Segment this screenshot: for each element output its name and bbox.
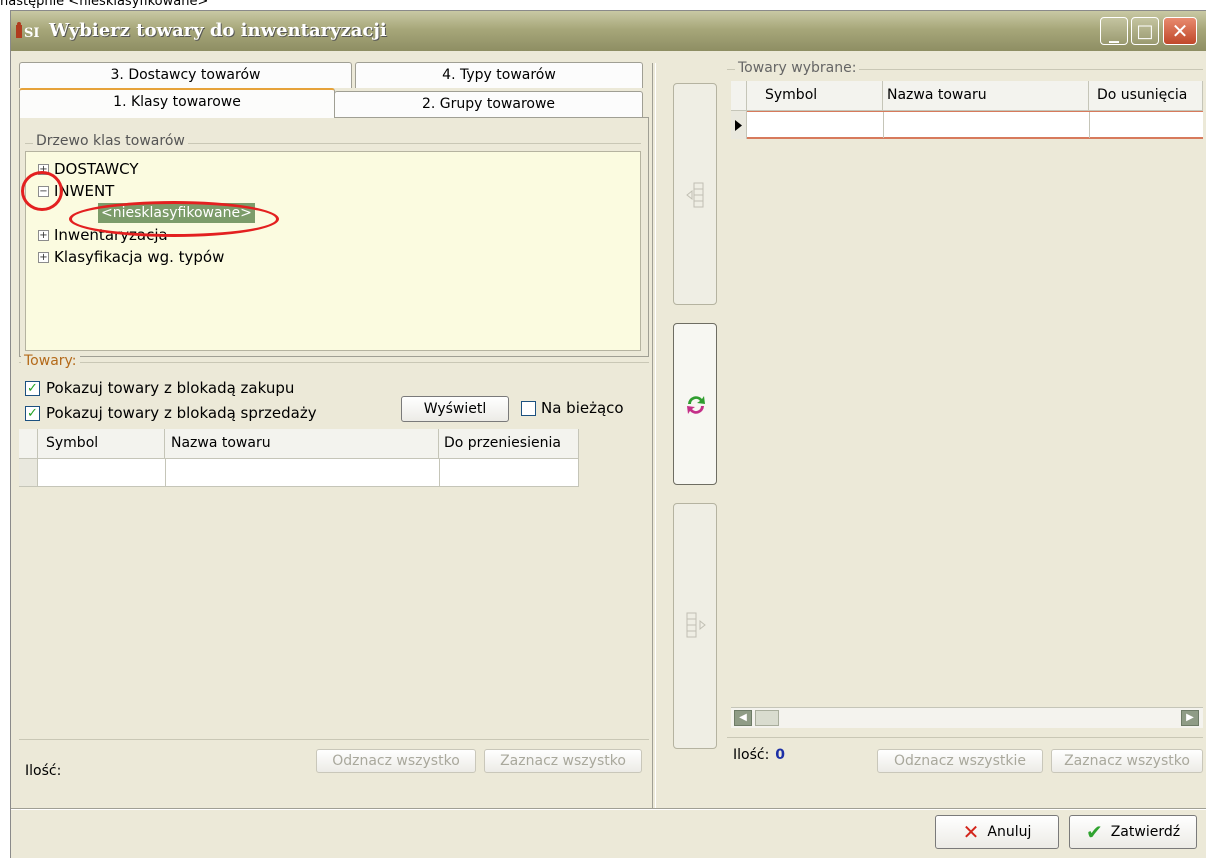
svg-text:SI: SI <box>24 26 39 40</box>
towary-group-frame <box>19 362 649 363</box>
table-row[interactable] <box>747 111 1203 139</box>
app-icon: SI <box>16 22 44 41</box>
checkbox-checked-icon[interactable]: ✓ <box>25 380 40 396</box>
grid-corner <box>731 81 747 111</box>
column-header-symbol[interactable]: Symbol <box>38 429 165 459</box>
tree-node-dostawcy[interactable]: + DOSTAWCY <box>38 158 255 180</box>
ilosc-label-right: Ilość: <box>733 747 770 763</box>
check-label: Pokazuj towary z blokadą sprzedaży <box>46 404 317 422</box>
checkbox-unchecked-icon[interactable] <box>521 400 536 416</box>
expand-icon[interactable]: + <box>38 229 49 241</box>
horizontal-scrollbar[interactable]: ◀ ▶ <box>731 707 1203 728</box>
check-na-biezaco[interactable]: Na bieżąco <box>521 399 624 417</box>
row-pointer-icon <box>735 120 742 131</box>
wyswietl-button[interactable]: Wyświetl <box>401 396 509 422</box>
table-row[interactable] <box>38 459 579 487</box>
odznacz-wszystkie-button[interactable]: Odznacz wszystkie <box>877 749 1043 773</box>
confirm-label: Zatwierdź <box>1110 824 1181 840</box>
move-right-button[interactable] <box>673 503 717 749</box>
splitter[interactable] <box>652 63 656 808</box>
refresh-icon <box>687 396 705 414</box>
close-icon: ✕ <box>1171 19 1189 43</box>
minimize-icon: _ <box>1109 19 1119 43</box>
confirm-check-icon: ✔ <box>1085 820 1103 844</box>
zaznacz-wszystko-right-button[interactable]: Zaznacz wszystko <box>1051 749 1203 773</box>
window-title: Wybierz towary do inwentaryzacji <box>49 20 387 41</box>
cell-divider <box>1089 112 1090 138</box>
expand-icon[interactable]: + <box>38 251 49 263</box>
tree-node-inwent[interactable]: − INWENT <box>38 180 255 202</box>
right-footer-divider <box>727 737 1203 738</box>
ilosc-label-left: Ilość: <box>25 763 62 779</box>
selected-grid[interactable]: Symbol Nazwa towaru Do usunięcia ◀ ▶ <box>731 81 1203 733</box>
scroll-right-icon[interactable]: ▶ <box>1181 710 1199 726</box>
tab-typy[interactable]: 4. Typy towarów <box>355 62 643 88</box>
move-left-button[interactable] <box>673 83 717 305</box>
refresh-button[interactable] <box>673 323 717 485</box>
tree-node-label: INWENT <box>54 182 115 200</box>
maximize-button[interactable]: □ <box>1131 17 1159 45</box>
row-indicator <box>19 459 38 487</box>
maximize-icon: □ <box>1136 20 1154 42</box>
cell-divider <box>439 459 440 487</box>
check-blokada-sprzedazy[interactable]: ✓ Pokazuj towary z blokadą sprzedaży <box>25 404 317 422</box>
cell-divider <box>883 112 884 138</box>
ilosc-right: Ilość: 0 <box>733 747 785 763</box>
odznacz-wszystko-button[interactable]: Odznacz wszystko <box>316 749 476 773</box>
left-footer-divider <box>19 739 649 740</box>
scroll-left-icon[interactable]: ◀ <box>734 710 752 726</box>
tree-view[interactable]: + DOSTAWCY − INWENT <niesklasyfikowane> … <box>25 151 641 351</box>
caption-text: następnie <niesklasyfikowane> <box>0 0 209 8</box>
current-row-indicator <box>731 111 747 139</box>
tab-dostawcy[interactable]: 3. Dostawcy towarów <box>19 62 352 88</box>
tree-legend: Drzewo klas towarów <box>33 133 188 149</box>
footer-divider <box>11 808 1206 810</box>
selected-legend: Towary wybrane: <box>735 60 860 76</box>
towary-grid[interactable]: Symbol Nazwa towaru Do przeniesienia <box>19 429 649 739</box>
check-blokada-zakupu[interactable]: ✓ Pokazuj towary z blokadą zakupu <box>25 379 294 397</box>
column-header-nazwa[interactable]: Nazwa towaru <box>883 81 1089 111</box>
tab-klasy[interactable]: 1. Klasy towarowe <box>19 88 335 118</box>
grid-corner <box>19 429 38 459</box>
tree-node-label: DOSTAWCY <box>54 160 139 178</box>
title-bar[interactable]: SI Wybierz towary do inwentaryzacji _ □ … <box>11 11 1206 51</box>
column-header-symbol[interactable]: Symbol <box>747 81 883 111</box>
column-header-do-usuniecia[interactable]: Do usunięcia <box>1089 81 1203 111</box>
column-header-nazwa[interactable]: Nazwa towaru <box>165 429 439 459</box>
zaznacz-wszystko-button[interactable]: Zaznacz wszystko <box>484 749 642 773</box>
cell-divider <box>578 459 579 487</box>
check-label: Na bieżąco <box>541 399 624 417</box>
scroll-thumb[interactable] <box>755 710 779 726</box>
checkbox-checked-icon[interactable]: ✓ <box>25 405 40 421</box>
tab-grupy[interactable]: 2. Grupy towarowe <box>334 91 643 117</box>
tree-node-klasyfikacja[interactable]: + Klasyfikacja wg. typów <box>38 246 255 268</box>
check-label: Pokazuj towary z blokadą zakupu <box>46 379 295 397</box>
dialog-window: SI Wybierz towary do inwentaryzacji _ □ … <box>10 10 1206 858</box>
annotation-oval-selected <box>69 201 279 237</box>
close-button[interactable]: ✕ <box>1163 17 1197 45</box>
cancel-icon: ✕ <box>962 820 980 844</box>
cancel-label: Anuluj <box>987 824 1032 840</box>
minimize-button[interactable]: _ <box>1100 17 1128 45</box>
cancel-button[interactable]: ✕ Anuluj <box>935 815 1059 849</box>
confirm-button[interactable]: ✔ Zatwierdź <box>1069 815 1197 849</box>
annotation-circle-expander <box>21 171 63 211</box>
towary-legend: Towary: <box>21 353 80 369</box>
tree-node-label: Klasyfikacja wg. typów <box>54 248 225 266</box>
column-header-do-przeniesienia[interactable]: Do przeniesienia <box>439 429 579 459</box>
cell-divider <box>165 459 166 487</box>
move-right-icon <box>686 612 706 638</box>
move-left-icon <box>686 182 704 208</box>
ilosc-value: 0 <box>775 747 786 763</box>
